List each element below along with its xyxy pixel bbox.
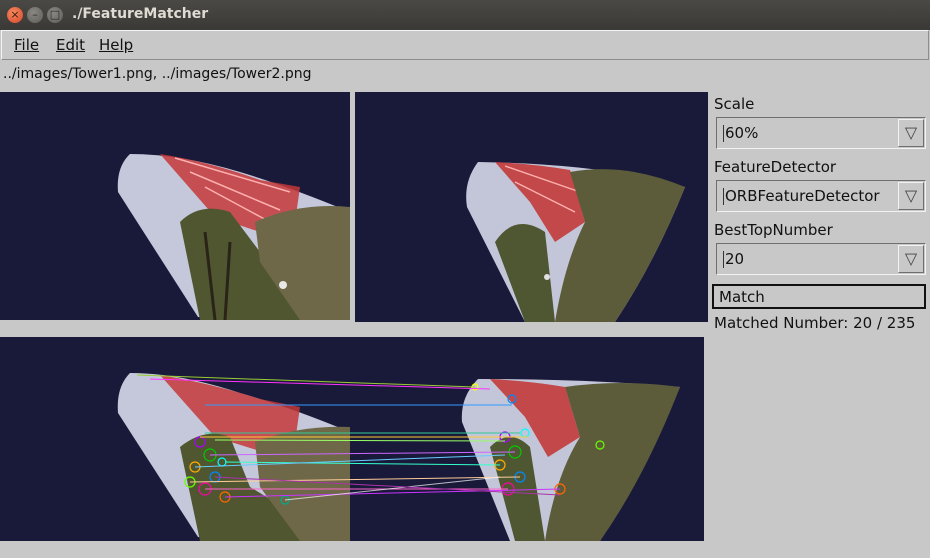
scale-value: 60% bbox=[725, 124, 759, 142]
feature-detector-value: ORBFeatureDetector bbox=[725, 187, 880, 205]
feature-detector-combo[interactable]: ORBFeatureDetector ▽ bbox=[716, 180, 926, 212]
scale-combo[interactable]: 60% ▽ bbox=[716, 117, 926, 149]
menu-edit[interactable]: Edit bbox=[56, 36, 85, 54]
best-top-number-combo[interactable]: 20 ▽ bbox=[716, 243, 926, 275]
tower1-image bbox=[117, 154, 350, 320]
image-path-label: ../images/Tower1.png, ../images/Tower2.p… bbox=[3, 66, 312, 82]
text-caret bbox=[723, 188, 724, 205]
menu-help[interactable]: Help bbox=[99, 36, 133, 54]
dropdown-arrow-icon[interactable]: ▽ bbox=[898, 119, 924, 147]
menu-file[interactable]: File bbox=[14, 36, 39, 54]
text-caret bbox=[723, 251, 724, 268]
image-right-panel bbox=[355, 92, 708, 322]
maximize-icon[interactable]: □ bbox=[47, 7, 63, 23]
text-caret bbox=[723, 125, 724, 142]
match-button[interactable]: Match bbox=[712, 284, 926, 309]
matched-number-status: Matched Number: 20 / 235 bbox=[714, 314, 916, 332]
match-result-panel bbox=[0, 337, 704, 541]
menu-bar: File Edit Help bbox=[1, 30, 929, 60]
best-top-number-value: 20 bbox=[725, 250, 745, 268]
dropdown-arrow-icon[interactable]: ▽ bbox=[898, 245, 924, 273]
window-title: ./FeatureMatcher bbox=[72, 6, 209, 22]
dropdown-arrow-icon[interactable]: ▽ bbox=[898, 182, 924, 210]
tower2-image bbox=[466, 162, 685, 322]
match-result-image bbox=[117, 373, 680, 541]
close-icon[interactable]: × bbox=[7, 7, 23, 23]
scale-label: Scale bbox=[714, 95, 755, 113]
feature-detector-label: FeatureDetector bbox=[714, 158, 837, 176]
image-left-panel bbox=[0, 92, 350, 320]
best-top-number-label: BestTopNumber bbox=[714, 221, 833, 239]
minimize-icon[interactable]: – bbox=[27, 7, 43, 23]
title-bar: × – □ ./FeatureMatcher bbox=[0, 0, 930, 30]
